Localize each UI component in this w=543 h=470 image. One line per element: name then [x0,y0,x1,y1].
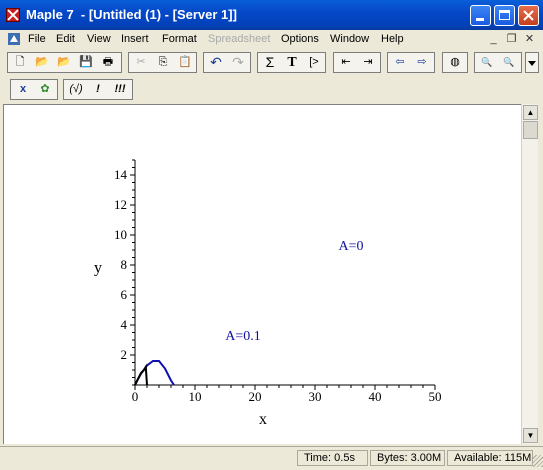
mdi-close-icon[interactable]: ✕ [522,32,537,46]
undo-toolbar-group: ↶ ↷ [203,52,251,73]
scroll-thumb[interactable] [523,121,538,139]
scroll-down-icon[interactable]: ▼ [523,428,538,443]
x-tick-label: 20 [249,389,262,404]
mdi-restore-icon[interactable]: ❐ [504,32,519,46]
x-tick-label: 50 [429,389,442,404]
save-icon[interactable]: 💾 [76,54,96,71]
maximize-button[interactable] [494,5,515,26]
menu-help[interactable]: Help [381,33,404,45]
minimize-button[interactable] [470,5,491,26]
stop-toolbar-group: ◍ [442,52,468,73]
outdent-icon[interactable]: ⇤ [336,54,356,71]
menu-spreadsheet[interactable]: Spreadsheet [208,33,270,45]
section-toolbar-group: ⇤ ⇥ [333,52,381,73]
status-bytes: Bytes: 3.00M [370,450,445,466]
menu-edit[interactable]: Edit [56,33,75,45]
text-mode-icon[interactable]: T [282,54,302,71]
new-file-icon[interactable]: 🗋 [10,54,30,71]
x-axis-label: x [259,411,267,428]
y-axis-label: y [94,260,102,277]
insert-toolbar-group: Σ T [> [257,52,326,73]
main-toolbar: 🗋 📂 📂 💾 🖶 ✂ ⎘ 📋 ↶ ↷ Σ T [> ⇤ ⇥ ⇦ ⇨ ◍ 🔍 🔍 [0,49,543,77]
context-toolbar: x ✿ (√) ! !!! [0,77,543,104]
execute-all-icon[interactable]: !!! [110,81,130,98]
menu-bar: File Edit View Insert Format Spreadsheet… [0,30,543,49]
paste-icon[interactable]: 📋 [175,54,195,71]
math-mode-icon[interactable]: x [13,81,33,98]
toolbar-overflow-icon[interactable] [525,52,539,73]
prompt-icon[interactable]: [> [304,54,324,71]
title-bar: Maple 7 - [Untitled (1) - [Server 1]] [0,0,543,30]
zoom-toolbar-group: 🔍 🔍 [474,52,522,73]
navigation-toolbar-group: ⇦ ⇨ [387,52,435,73]
x-tick-label: 10 [189,389,202,404]
close-button[interactable] [518,5,539,26]
menu-file[interactable]: File [28,33,46,45]
y-tick-label: 14 [114,167,128,182]
menu-window[interactable]: Window [330,33,369,45]
mdi-minimize-icon[interactable]: _ [486,32,501,46]
maple-app-icon[interactable] [6,8,20,22]
maximize-icon [499,10,510,20]
forward-arrow-icon[interactable]: ⇨ [412,54,432,71]
y-tick-label: 6 [121,287,128,302]
sigma-icon[interactable]: Σ [260,54,280,71]
x-tick-label: 0 [132,389,139,404]
clipboard-toolbar-group: ✂ ⎘ 📋 [128,52,197,73]
resize-grip-icon[interactable] [533,455,543,467]
document-maple-icon[interactable] [7,32,21,46]
open-url-icon[interactable]: 📂 [54,54,74,71]
window-title: Maple 7 - [Untitled (1) - [Server 1]] [26,7,237,22]
y-tick-label: 8 [121,257,128,272]
close-icon [523,10,534,21]
y-tick-label: 10 [114,227,127,242]
file-toolbar-group: 🗋 📂 📂 💾 🖶 [7,52,122,73]
zoom-in-icon[interactable]: 🔍 [499,54,519,71]
menu-options[interactable]: Options [281,33,319,45]
cut-icon[interactable]: ✂ [131,54,151,71]
worksheet-canvas[interactable]: 0 10 20 30 40 50 2 4 6 8 10 12 14 x y A=0 A=0.1 [3,104,521,444]
stop-icon[interactable]: ◍ [445,54,465,71]
redo-icon[interactable]: ↷ [228,54,248,71]
check-syntax-icon[interactable]: (√) [66,81,86,98]
menu-view[interactable]: View [87,33,111,45]
plot-annotation-2: A=0.1 [225,329,261,344]
zoom-out-icon[interactable]: 🔍 [477,54,497,71]
undo-icon[interactable]: ↶ [206,54,226,71]
scroll-up-icon[interactable]: ▲ [523,105,538,120]
x-tick-label: 40 [369,389,382,404]
execute-icon[interactable]: ! [88,81,108,98]
x-tick-label: 30 [309,389,322,404]
menu-insert[interactable]: Insert [121,33,149,45]
open-folder-icon[interactable]: 📂 [32,54,52,71]
status-time: Time: 0.5s [297,450,368,466]
print-icon[interactable]: 🖶 [98,54,118,71]
status-available: Available: 115M [447,450,533,466]
mode-toolbar-group: x ✿ [10,79,58,100]
execute-toolbar-group: (√) ! !!! [63,79,133,100]
indent-icon[interactable]: ⇥ [358,54,378,71]
maple-leaf-icon[interactable]: ✿ [35,81,55,98]
status-bar: Time: 0.5s Bytes: 3.00M Available: 115M [0,446,543,470]
series-line-2 [134,363,148,386]
back-arrow-icon[interactable]: ⇦ [390,54,410,71]
minimize-icon [476,18,484,21]
y-tick-label: 12 [114,197,127,212]
copy-icon[interactable]: ⎘ [153,54,173,71]
menu-format[interactable]: Format [162,33,197,45]
plot-area[interactable]: 0 10 20 30 40 50 2 4 6 8 10 12 14 x y A=0 A=0.1 [4,105,521,444]
vertical-scrollbar[interactable]: ▲ ▼ [521,104,538,444]
y-tick-label: 2 [121,347,128,362]
y-tick-label: 4 [121,317,128,332]
plot-annotation-1: A=0 [338,239,363,254]
